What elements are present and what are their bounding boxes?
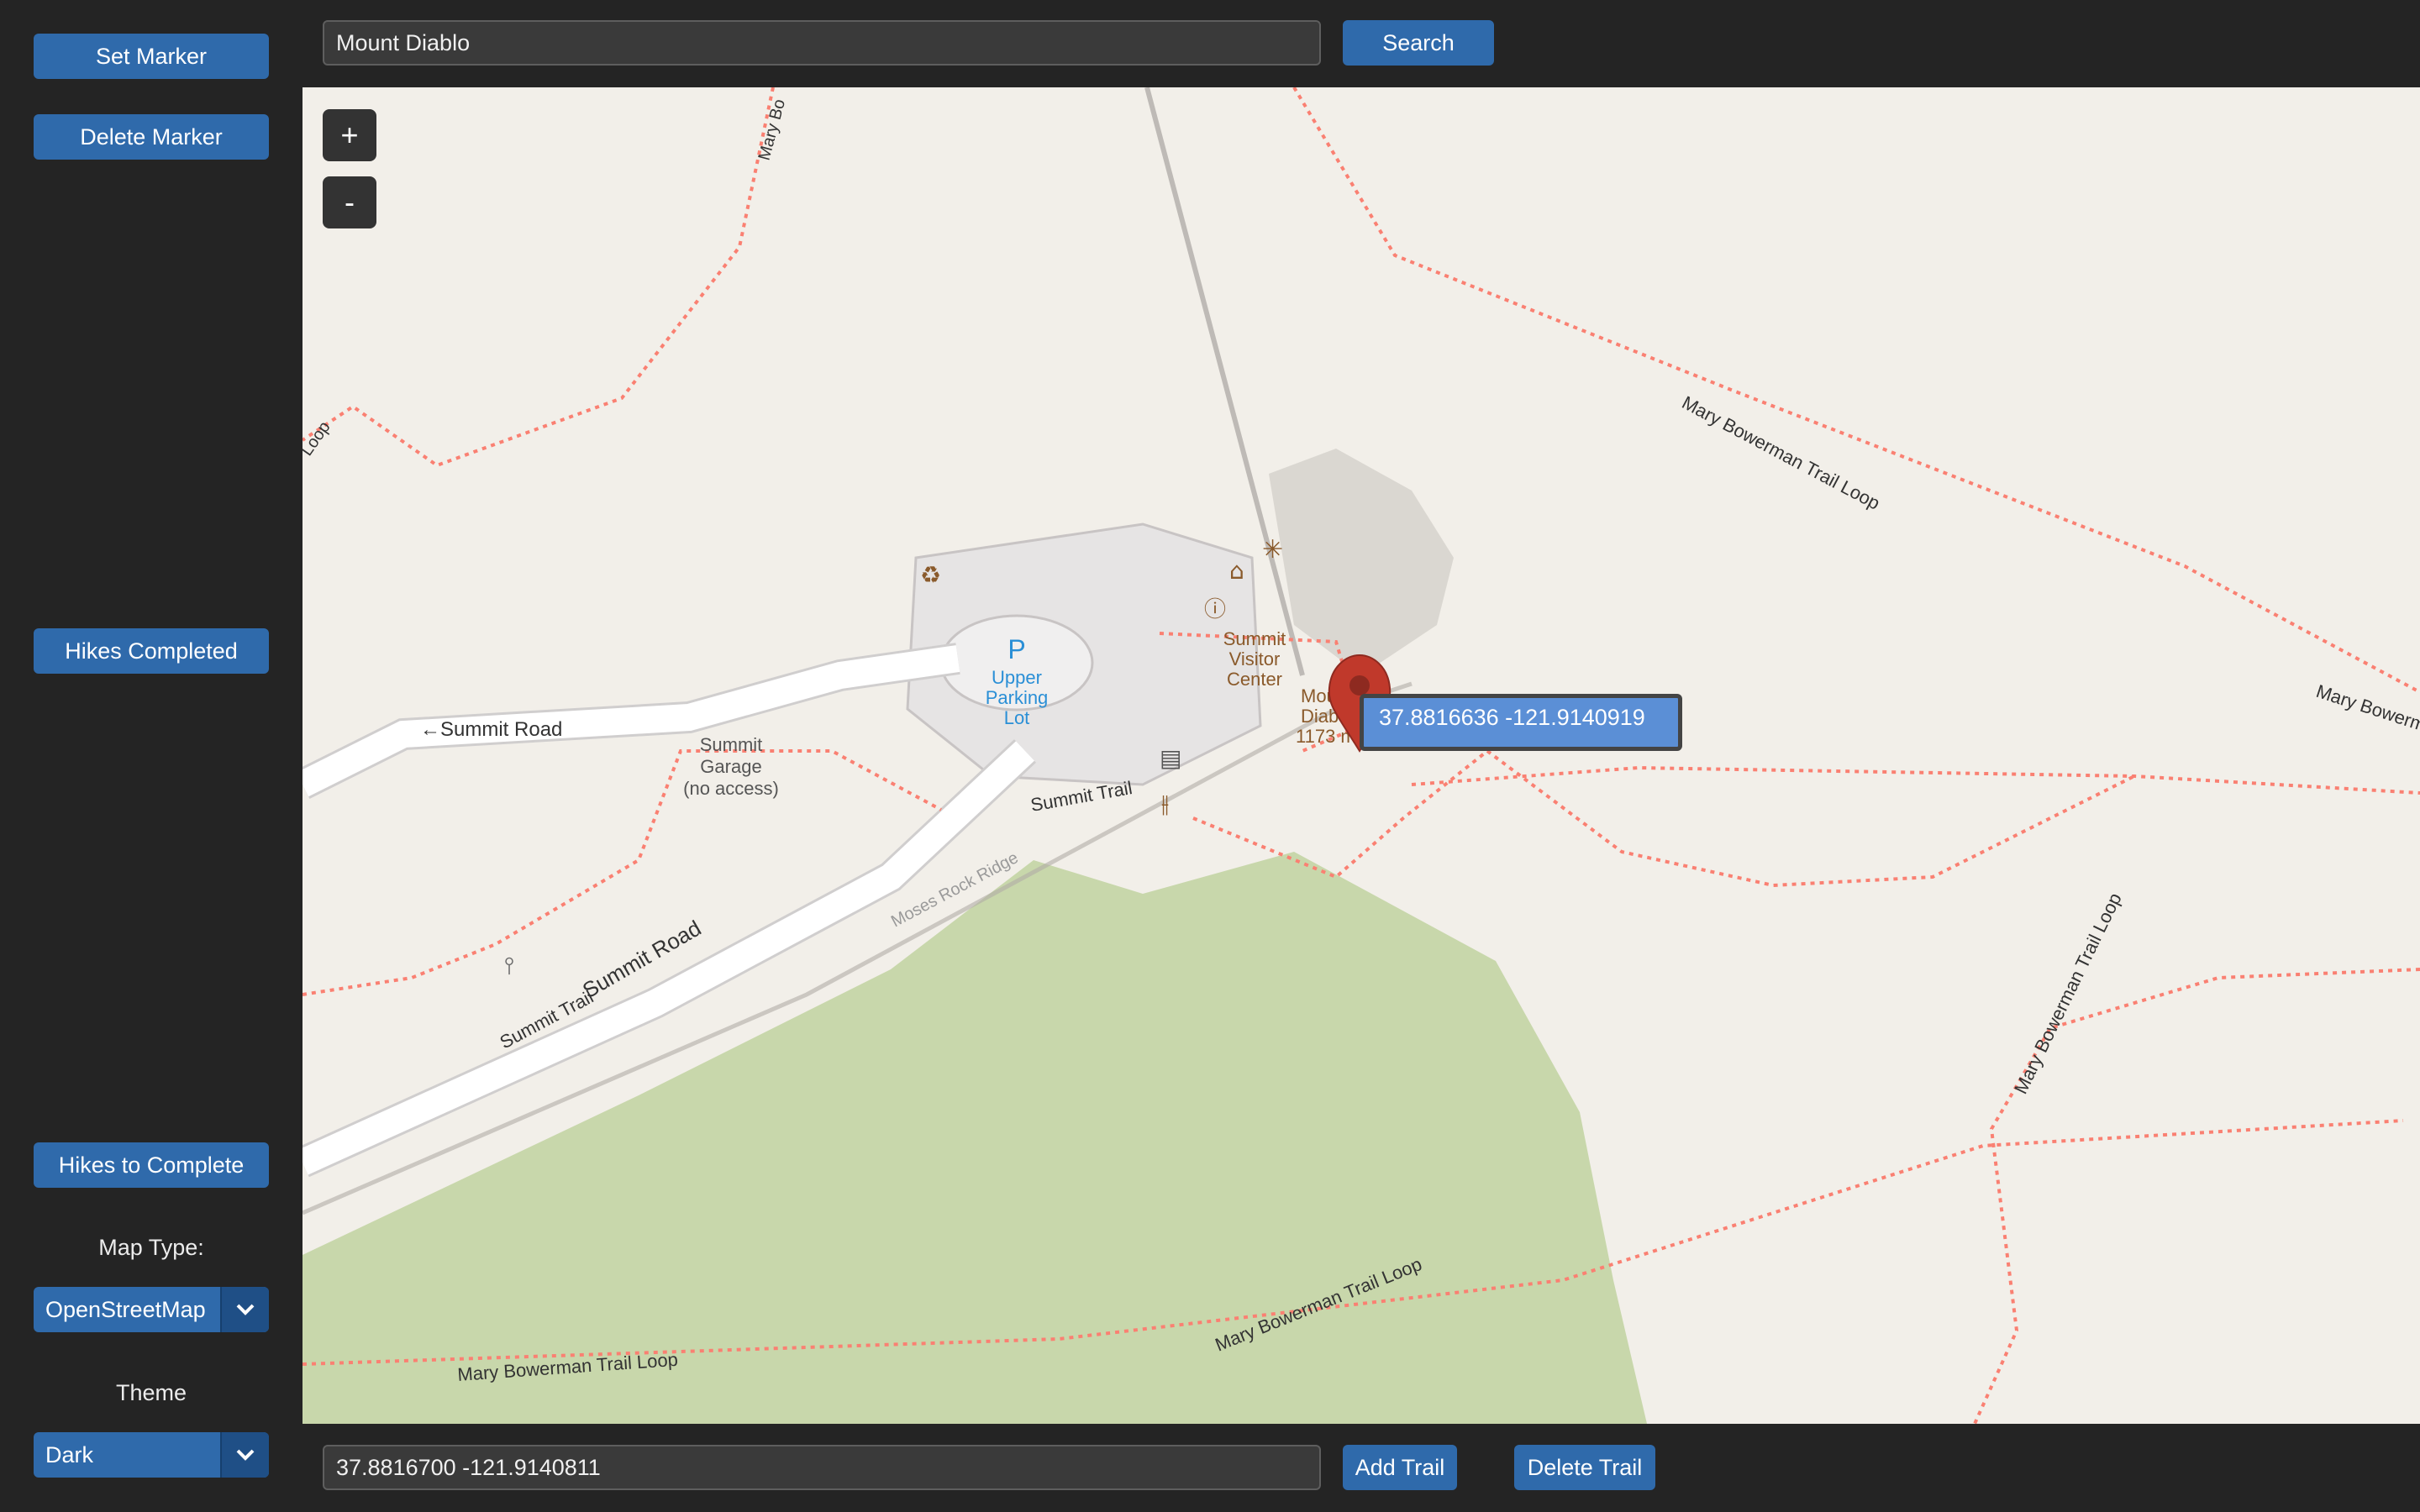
map-type-select[interactable]: OpenStreetMap (34, 1287, 269, 1332)
visitor-label: Center (1227, 669, 1282, 690)
chevron-down-icon[interactable] (220, 1287, 269, 1332)
visitor-label: Summit (1223, 628, 1286, 649)
road-label: ←Summit Road (420, 718, 562, 741)
parking-label: Upper (992, 667, 1042, 688)
map-canvas: ♻ ⌂ ⓘ ✳ ▤ ⫲ ⫯ ←Summit Road Summit Road S… (302, 87, 2420, 1424)
recycling-icon: ♻ (920, 561, 941, 589)
trail (1292, 87, 2420, 694)
marker-tooltip: 37.8816636 -121.9140919 (1360, 694, 1682, 751)
rock-area (1269, 449, 1454, 675)
zoom-out-button[interactable]: - (323, 176, 376, 228)
theme-label: Theme (115, 1380, 187, 1405)
garage-label: Garage (700, 756, 761, 777)
toilets-icon: ⫲ (1161, 790, 1169, 817)
coordinates-input[interactable] (323, 1445, 1321, 1490)
delete-marker-button[interactable]: Delete Marker (34, 114, 269, 160)
visitor-label: Visitor (1229, 648, 1281, 669)
map-type-label: Map Type: (98, 1235, 204, 1260)
board-icon: ▤ (1160, 744, 1181, 772)
parking-label: Lot (1004, 707, 1030, 728)
antenna-icon: ⫯ (504, 952, 514, 979)
search-button[interactable]: Search (1343, 20, 1494, 66)
set-marker-button[interactable]: Set Marker (34, 34, 269, 79)
map-type-value: OpenStreetMap (45, 1296, 206, 1322)
parking-label: Parking (986, 687, 1049, 708)
trail (1411, 765, 2420, 795)
trail-label: Mary Bowerm (2313, 680, 2420, 736)
viewpoint-icon: ✳ (1262, 535, 1283, 564)
hikes-to-complete-button[interactable]: Hikes to Complete (34, 1142, 269, 1188)
garage-label: Summit (700, 734, 763, 755)
forest-area (302, 852, 1647, 1424)
hikes-completed-button[interactable]: Hikes Completed (34, 628, 269, 674)
zoom-in-button[interactable]: + (323, 109, 376, 161)
trail-label: Summit Trail (1029, 777, 1134, 816)
museum-icon: ⌂ (1229, 557, 1244, 585)
garage-label: (no access) (683, 778, 779, 799)
trail (1192, 749, 1489, 879)
search-input[interactable] (323, 20, 1321, 66)
delete-trail-button[interactable]: Delete Trail (1514, 1445, 1655, 1490)
trail-label: Mary Bo (755, 97, 790, 163)
trail-label: Mary Bowerman Trail Loop (2010, 890, 2126, 1097)
parking-icon: P (1007, 634, 1025, 664)
trail-label: Loop (302, 418, 334, 459)
info-icon: ⓘ (1204, 597, 1226, 622)
chevron-down-icon[interactable] (220, 1432, 269, 1478)
map-view[interactable]: ♻ ⌂ ⓘ ✳ ▤ ⫲ ⫯ ←Summit Road Summit Road S… (302, 87, 2420, 1424)
theme-value: Dark (45, 1441, 94, 1467)
theme-select[interactable]: Dark (34, 1432, 269, 1478)
add-trail-button[interactable]: Add Trail (1343, 1445, 1457, 1490)
